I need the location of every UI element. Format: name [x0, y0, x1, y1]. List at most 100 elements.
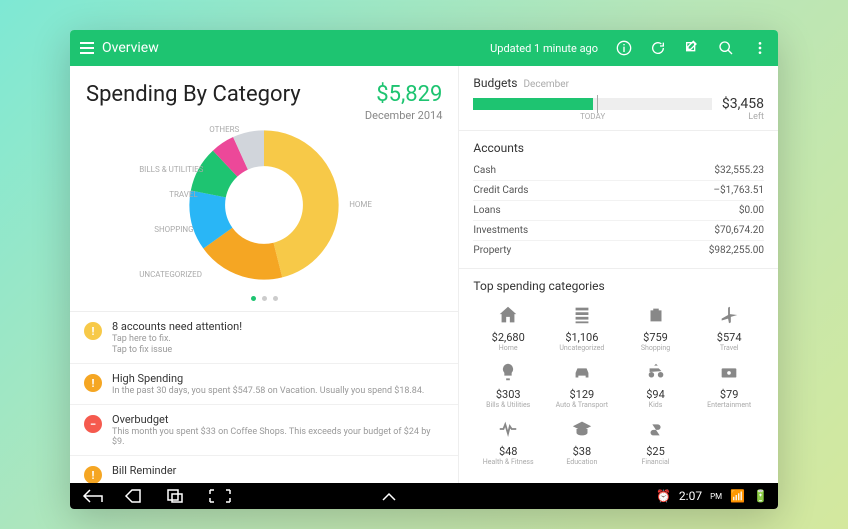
category-name: Auto & Transport [556, 401, 609, 409]
android-navbar: ⏰ 2:07 PM 📶 🔋 [70, 483, 778, 509]
account-value: $982,255.00 [709, 245, 764, 256]
alerts-list: ! 8 accounts need attention! Tap here to… [70, 311, 458, 483]
alert-item[interactable]: ! Bill Reminder [70, 456, 458, 483]
alert-item[interactable]: ! 8 accounts need attention! Tap here to… [70, 312, 458, 364]
page-indicator[interactable] [70, 280, 458, 311]
accounts-section[interactable]: Accounts Cash $32,555.23 Credit Cards –$… [459, 131, 778, 269]
health-icon [494, 415, 522, 443]
alert-icon: ! [84, 322, 102, 340]
battery-icon: 🔋 [753, 489, 768, 503]
shopping-icon [642, 301, 670, 329]
fin-icon [642, 415, 670, 443]
refresh-icon[interactable] [650, 40, 666, 56]
alert-title: Overbudget [112, 413, 444, 426]
category-name: Bills & Utilities [486, 401, 530, 409]
alert-subtitle: This month you spent $33 on Coffee Shops… [112, 427, 444, 447]
category-tile[interactable]: $25 Financial [621, 415, 691, 466]
account-row[interactable]: Cash $32,555.23 [473, 161, 764, 181]
category-tile[interactable]: $129 Auto & Transport [547, 358, 617, 409]
account-value: $32,555.23 [714, 165, 764, 176]
scan-icon[interactable] [206, 488, 234, 504]
category-name: Home [499, 344, 518, 352]
account-value: $70,674.20 [714, 225, 764, 236]
category-name: Shopping [641, 344, 670, 352]
right-panel: Budgets December TODAY $3,458 Left [459, 66, 778, 483]
top-categories-head: Top spending categories [473, 279, 764, 293]
category-amount: $759 [643, 331, 668, 344]
category-tile[interactable]: $2,680 Home [473, 301, 543, 352]
alert-icon: ! [84, 374, 102, 392]
category-name: Uncategorized [559, 344, 604, 352]
account-name: Loans [473, 205, 500, 216]
category-amount: $94 [646, 388, 665, 401]
top-categories-section[interactable]: Top spending categories $2,680 Home $1,1… [459, 269, 778, 476]
category-amount: $129 [569, 388, 594, 401]
spending-title: Spending By Category [86, 82, 301, 107]
account-row[interactable]: Investments $70,674.20 [473, 221, 764, 241]
bulb-icon [494, 358, 522, 386]
home-icon[interactable] [122, 488, 150, 504]
budgets-section[interactable]: Budgets December TODAY $3,458 Left [459, 66, 778, 131]
alert-icon: ! [84, 466, 102, 483]
category-amount: $48 [499, 445, 518, 458]
alert-icon: − [84, 415, 102, 433]
alert-subtitle: Tap here to fix. [112, 334, 444, 344]
pie-label: HOME [349, 200, 372, 209]
app-bar: Overview Updated 1 minute ago [70, 30, 778, 66]
category-amount: $38 [573, 445, 592, 458]
spending-date: December 2014 [365, 109, 442, 122]
category-amount: $303 [496, 388, 521, 401]
ent-icon [715, 358, 743, 386]
account-row[interactable]: Loans $0.00 [473, 201, 764, 221]
category-amount: $2,680 [492, 331, 525, 344]
travel-icon [715, 301, 743, 329]
category-amount: $574 [717, 331, 742, 344]
chevron-up-icon[interactable] [375, 488, 403, 504]
category-tile[interactable]: $94 Kids [621, 358, 691, 409]
info-icon[interactable] [616, 40, 632, 56]
left-panel: Spending By Category $5,829 December 201… [70, 66, 459, 483]
category-tile[interactable]: $303 Bills & Utilities [473, 358, 543, 409]
category-name: Education [566, 458, 597, 466]
category-name: Financial [642, 458, 670, 466]
edit-icon[interactable] [684, 40, 700, 56]
category-name: Entertainment [707, 401, 751, 409]
category-tile[interactable]: $38 Education [547, 415, 617, 466]
category-name: Health & Fitness [483, 458, 534, 466]
wifi-icon: 📶 [730, 489, 745, 503]
pie-label: BILLS & UTILITIES [139, 165, 203, 174]
category-amount: $1,106 [565, 331, 598, 344]
alert-item[interactable]: − Overbudget This month you spent $33 on… [70, 405, 458, 456]
pie-label: SHOPPING [154, 225, 193, 234]
budgets-sub: December [523, 79, 568, 90]
category-tile[interactable]: $574 Travel [694, 301, 764, 352]
category-tile[interactable]: $79 Entertainment [694, 358, 764, 409]
home-icon [494, 301, 522, 329]
menu-icon[interactable] [80, 42, 94, 54]
category-tile[interactable]: $48 Health & Fitness [473, 415, 543, 466]
category-tile[interactable]: $759 Shopping [621, 301, 691, 352]
category-name: Travel [720, 344, 739, 352]
clock-icon: ⏰ [656, 489, 671, 503]
alert-item[interactable]: ! High Spending In the past 30 days, you… [70, 364, 458, 405]
category-name: Kids [649, 401, 663, 409]
account-row[interactable]: Property $982,255.00 [473, 241, 764, 260]
search-icon[interactable] [718, 40, 734, 56]
spending-amount: $5,829 [365, 82, 442, 107]
category-amount: $25 [646, 445, 665, 458]
donut-chart[interactable]: HOMEUNCATEGORIZEDSHOPPINGTRAVELBILLS & U… [70, 130, 458, 280]
pie-label: UNCATEGORIZED [139, 270, 202, 279]
alert-subtitle: Tap to fix issue [112, 345, 444, 355]
budget-left: Left [722, 112, 764, 122]
recent-icon[interactable] [164, 488, 192, 504]
overflow-icon[interactable] [752, 40, 768, 56]
budgets-head: Budgets [473, 76, 517, 90]
category-amount: $79 [720, 388, 739, 401]
accounts-head: Accounts [473, 141, 524, 155]
account-value: $0.00 [739, 205, 764, 216]
account-value: –$1,763.51 [713, 185, 764, 196]
back-icon[interactable] [80, 488, 108, 504]
category-tile[interactable]: $1,106 Uncategorized [547, 301, 617, 352]
account-row[interactable]: Credit Cards –$1,763.51 [473, 181, 764, 201]
updated-text: Updated 1 minute ago [490, 42, 598, 55]
